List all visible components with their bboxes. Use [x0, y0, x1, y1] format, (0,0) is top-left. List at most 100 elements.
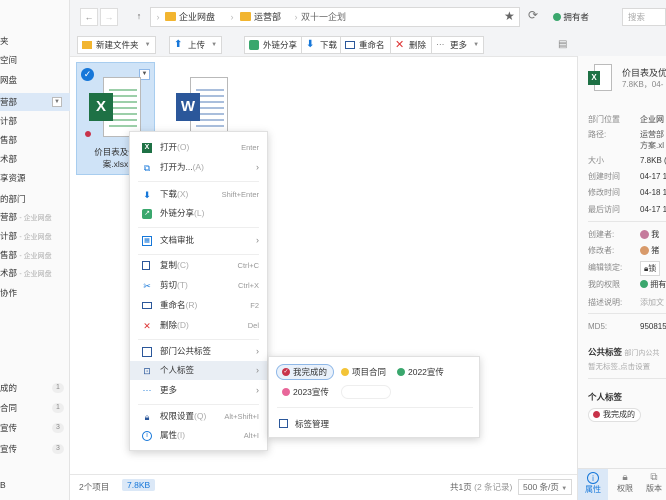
new-folder-button[interactable]: 新建文件夹 ▼: [77, 36, 156, 54]
refresh-icon[interactable]: ⟳: [528, 8, 538, 22]
rename-icon: [142, 302, 152, 309]
menu-item-download[interactable]: ⬇ 下载(X) Shift+Enter: [130, 185, 267, 204]
panel-file-name: 价目表及优: [622, 68, 666, 78]
sidebar-item[interactable]: 术部 - 企业网盘: [0, 264, 70, 282]
folder-icon: [82, 41, 92, 49]
sidebar-item[interactable]: 网盘: [0, 71, 70, 89]
new-tag-input[interactable]: [341, 385, 391, 399]
delete-button[interactable]: ✕ 删除: [390, 36, 433, 54]
upload-button[interactable]: ⬆ 上传 ▼: [169, 36, 223, 54]
checkmark-icon: ✓: [282, 368, 290, 376]
download-icon: ⬇: [306, 39, 315, 50]
sidebar-item[interactable]: 空间: [0, 51, 70, 69]
personal-tags-title: 个人标签: [588, 392, 623, 402]
tab-versions[interactable]: ⧉ 版本: [640, 469, 666, 500]
word-badge: W: [176, 93, 200, 121]
sidebar-tag-item[interactable]: 宣传 3: [0, 419, 70, 437]
creator-row: 创建者: 我: [588, 230, 660, 239]
personal-tag-chip[interactable]: 我完成的: [588, 408, 641, 422]
chevron-down-icon: ▼: [144, 42, 151, 48]
sidebar-item[interactable]: 计部 - 企业网盘: [0, 227, 70, 245]
download-button[interactable]: ⬇ 下载: [301, 36, 344, 54]
menu-item-more[interactable]: ··· 更多 ›: [130, 381, 267, 400]
menu-item-copy[interactable]: 复制(C) Ctrl+C: [130, 256, 267, 275]
menu-item-approval[interactable]: ▦ 文档审批 ›: [130, 231, 267, 250]
sidebar-item[interactable]: 售部 - 企业网盘: [0, 246, 70, 264]
sidebar-item[interactable]: 计部: [0, 112, 70, 130]
breadcrumb: › 企业网盘 › 运营部 › 双十一企划: [150, 7, 520, 27]
chevron-down-icon[interactable]: ▼: [52, 97, 62, 107]
rename-icon: [345, 41, 355, 49]
copy-icon: [142, 261, 150, 270]
menu-item-permissions[interactable]: 🔒︎ 权限设置(Q) Alt+Shift+I: [130, 407, 267, 426]
sidebar-item[interactable]: 的部门: [0, 190, 70, 208]
tag-option-done[interactable]: ✓ 我完成的: [276, 364, 335, 380]
breadcrumb-current[interactable]: 双十一企划: [293, 8, 346, 26]
breadcrumb-item[interactable]: 企业网盘: [165, 8, 215, 26]
lock-button[interactable]: 🔒︎锁: [640, 261, 661, 276]
up-button[interactable]: ↑: [130, 8, 148, 26]
sidebar-tag-item[interactable]: 宣传 3: [0, 440, 70, 458]
sidebar-item[interactable]: 协作: [0, 284, 70, 302]
sidebar-item[interactable]: 享资源: [0, 169, 70, 187]
share-link-button[interactable]: 外链分享: [244, 36, 304, 54]
view-toggle-icon[interactable]: ▤: [558, 39, 567, 50]
last-access-row: 最后访问 04-17 1: [588, 205, 666, 214]
public-tags-empty[interactable]: 暂无标签,点击设置: [588, 361, 650, 372]
tag-option-contract[interactable]: 项目合同: [335, 364, 394, 380]
arrow-left-icon: ←: [84, 12, 94, 22]
personal-tag-icon: ⊡: [143, 366, 151, 376]
count-badge: 3: [52, 423, 64, 433]
star-icon[interactable]: ★: [504, 9, 515, 23]
more-button[interactable]: ··· 更多 ▼: [431, 36, 485, 54]
menu-item-open[interactable]: X 打开(O) Enter: [130, 138, 267, 157]
avatar: [640, 246, 649, 255]
divider: [588, 313, 666, 314]
sidebar: 夹 空间 网盘 营部 ▼ 计部 售部 术部 享资源 的部门 营部 - 企业网盘 计…: [0, 0, 70, 500]
tab-properties[interactable]: i 属性: [578, 469, 608, 500]
approval-icon: ▦: [142, 236, 152, 246]
more-icon: ···: [142, 385, 152, 395]
menu-item-cut[interactable]: ✂ 剪切(T) Ctrl+X: [130, 276, 267, 295]
forward-button[interactable]: →: [100, 8, 118, 26]
tag-option-2022[interactable]: 2022宣传: [391, 364, 451, 380]
folder-icon: [240, 12, 251, 21]
share-link-icon: [249, 40, 259, 50]
menu-item-personal-tags[interactable]: ⊡ 个人标签 ›: [130, 361, 267, 380]
word-file-icon: W: [176, 77, 230, 139]
tag-manage-button[interactable]: 标签管理: [269, 415, 479, 433]
sidebar-item[interactable]: 售部: [0, 131, 70, 149]
delete-icon: ✕: [395, 39, 405, 51]
sidebar-item[interactable]: 术部: [0, 150, 70, 168]
sidebar-tag-item[interactable]: 成的 1: [0, 379, 70, 397]
sidebar-item[interactable]: 夹: [0, 32, 70, 50]
menu-item-rename[interactable]: 重命名(R) F2: [130, 296, 267, 315]
menu-item-open-as[interactable]: ⧉ 打开为...(A) ›: [130, 158, 267, 177]
excel-file-icon: X: [89, 77, 143, 139]
toolbar: 新建文件夹 ▼ ⬆ 上传 ▼ 外链分享 ⬇ 下载 重命名 ✕ 删除 ··· 更多 ▼ …: [70, 34, 577, 56]
search-input[interactable]: 搜索: [622, 8, 666, 26]
tab-permissions[interactable]: 🔒︎ 权限: [611, 469, 639, 500]
md5-row: MD5: 950815: [588, 322, 666, 331]
chevron-down-icon: ▼: [211, 42, 218, 48]
created-row: 创建时间 04-17 1: [588, 172, 666, 181]
more-icon: ···: [436, 39, 445, 49]
count-badge: 1: [52, 403, 64, 413]
sidebar-item[interactable]: 营部 - 企业网盘: [0, 208, 70, 226]
page-size-select[interactable]: 500 条/页 ▼: [518, 479, 573, 495]
menu-item-properties[interactable]: i 属性(I) Alt+I: [130, 426, 267, 445]
breadcrumb-item[interactable]: 运营部: [240, 8, 281, 26]
sidebar-tag-item[interactable]: 合同 1: [0, 399, 70, 417]
chevron-right-icon: ›: [256, 162, 259, 172]
upload-icon: ⬆: [174, 39, 183, 50]
back-button[interactable]: ←: [80, 8, 98, 26]
menu-item-public-tags[interactable]: 部门公共标签 ›: [130, 342, 267, 361]
rename-button[interactable]: 重命名: [340, 36, 391, 54]
chevron-right-icon: ›: [156, 12, 160, 22]
delete-icon: ✕: [143, 321, 151, 331]
tag-option-2023[interactable]: 2023宣传: [276, 384, 336, 400]
info-icon: i: [142, 431, 152, 441]
sidebar-item-active[interactable]: 营部 ▼: [0, 93, 70, 111]
menu-item-delete[interactable]: ✕ 删除(D) Del: [130, 316, 267, 335]
menu-item-share-link[interactable]: ↗ 外链分享(L): [130, 204, 267, 223]
